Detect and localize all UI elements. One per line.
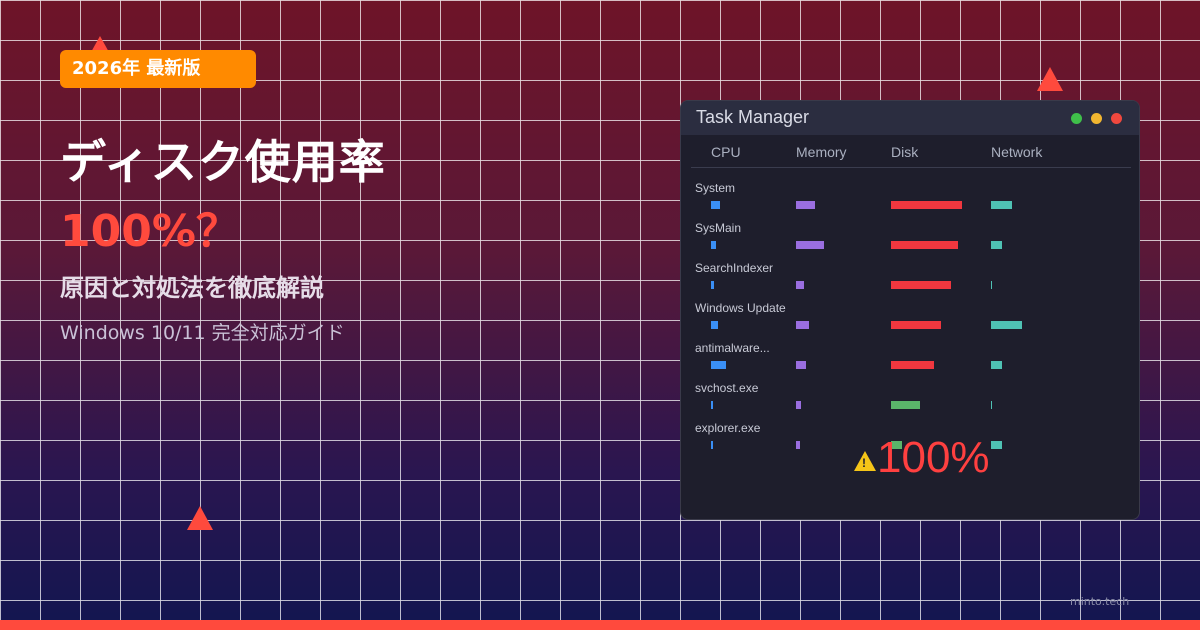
process-name: System — [695, 181, 736, 195]
green-dot-icon[interactable] — [1071, 113, 1082, 124]
cpu-bar — [711, 201, 720, 209]
process-name: explorer.exe — [695, 421, 761, 435]
process-name: SearchIndexer — [695, 261, 774, 275]
process-name: SysMain — [695, 221, 742, 235]
cpu-bar — [711, 241, 716, 249]
page-title: ディスク使用率 — [60, 135, 386, 189]
disk-bar — [891, 281, 951, 289]
window-titlebar: Task Manager — [681, 101, 1139, 135]
header-divider — [691, 167, 1131, 168]
warning-exclamation: ! — [862, 456, 866, 470]
process-name: Windows Update — [695, 301, 786, 315]
disk-bar — [891, 361, 934, 369]
bottom-accent-bar — [0, 620, 1200, 630]
column-header-cpu[interactable]: CPU — [711, 144, 741, 160]
disk-usage-overlay: 100% — [877, 433, 990, 482]
yellow-dot-icon[interactable] — [1091, 113, 1102, 124]
network-bar — [991, 201, 1012, 209]
disk-bar — [891, 321, 941, 329]
memory-bar — [796, 361, 806, 369]
process-name: antimalware... — [695, 341, 770, 355]
network-bar — [991, 321, 1022, 329]
network-bar — [991, 241, 1002, 249]
decorative-triangle — [1037, 67, 1063, 91]
cpu-bar — [711, 401, 713, 409]
cpu-bar — [711, 321, 718, 329]
red-dot-icon[interactable] — [1111, 113, 1122, 124]
memory-bar — [796, 401, 801, 409]
disk-bar — [891, 241, 958, 249]
process-name: svchost.exe — [695, 381, 759, 395]
memory-bar — [796, 241, 824, 249]
subtitle-secondary: Windows 10/11 完全対応ガイド — [60, 322, 345, 344]
memory-bar — [796, 441, 800, 449]
memory-bar — [796, 281, 804, 289]
column-header-memory[interactable]: Memory — [796, 144, 847, 160]
network-bar — [991, 441, 1002, 449]
disk-bar — [891, 201, 962, 209]
memory-bar — [796, 321, 809, 329]
version-badge: 2026年 最新版 — [60, 50, 256, 88]
cpu-bar — [711, 281, 714, 289]
column-header-network[interactable]: Network — [991, 144, 1042, 160]
column-header-disk[interactable]: Disk — [891, 144, 918, 160]
network-bar — [991, 401, 992, 409]
decorative-triangle — [187, 506, 213, 530]
network-bar — [991, 361, 1002, 369]
subtitle: 原因と対処法を徹底解説 — [60, 274, 324, 302]
window-title: Task Manager — [696, 107, 810, 127]
network-bar — [991, 281, 992, 289]
cpu-bar — [711, 361, 726, 369]
cpu-bar — [711, 441, 713, 449]
site-watermark: minto.tech — [1070, 595, 1130, 608]
memory-bar — [796, 201, 815, 209]
page-title-highlight: 100%？ — [60, 206, 240, 257]
task-manager-window: Task Manager CPU Memory Disk Network Sys… — [680, 100, 1140, 520]
disk-bar — [891, 401, 920, 409]
